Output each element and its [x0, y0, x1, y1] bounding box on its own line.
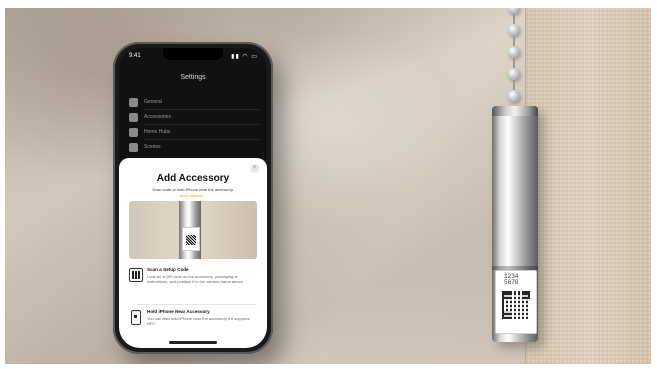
settings-row-scenes[interactable]: Scenes — [129, 141, 259, 155]
chain-link — [513, 80, 515, 90]
settings-row-home-hubs[interactable]: Home Hubs — [129, 126, 259, 140]
chain-bead — [508, 90, 520, 102]
camera-viewfinder — [129, 201, 257, 259]
settings-row-label: Home Hubs — [144, 129, 171, 135]
chain-bead — [508, 46, 520, 58]
cylinder-cap — [492, 106, 538, 116]
settings-row-label: General — [144, 99, 162, 105]
bead-chain — [505, 8, 525, 112]
status-time: 9:41 — [129, 53, 141, 59]
scenes-icon — [129, 143, 138, 152]
sheet-title: Add Accessory — [156, 173, 230, 184]
option-title: Hold iPhone Near Accessory — [147, 309, 210, 314]
setup-code-text: 1234 5678 — [504, 273, 519, 286]
settings-row-label: Accessories — [144, 114, 171, 120]
nfc-phone-icon — [131, 310, 141, 325]
add-accessory-sheet: × Add Accessory Scan code or hold iPhone… — [119, 158, 267, 348]
settings-row-general[interactable]: General — [129, 96, 259, 110]
settings-row-label: Scenes — [144, 144, 161, 150]
chain-bead — [508, 24, 520, 36]
sheet-subtitle: Scan code or hold iPhone near the access… — [152, 187, 234, 192]
general-icon — [129, 98, 138, 107]
settings-title: Settings — [180, 74, 206, 81]
hold-iphone-near-option[interactable]: Hold iPhone Near Accessory You can also … — [129, 308, 257, 344]
row-divider — [144, 109, 259, 110]
close-icon[interactable]: × — [250, 164, 259, 173]
option-title: Scan a Setup Code — [147, 267, 189, 272]
iphone: 9:41 ▮▮ ◠ ▭ Settings General Accessories… — [113, 42, 273, 354]
notch — [163, 48, 223, 60]
status-icons: ▮▮ ◠ ▭ — [231, 54, 258, 60]
chain-bead — [508, 68, 520, 80]
more-options-link[interactable]: More options... — [129, 193, 257, 198]
roller-shade-fabric — [525, 8, 651, 364]
home-indicator — [169, 341, 217, 344]
chain-link — [513, 36, 515, 46]
settings-row-accessories[interactable]: Accessories — [129, 111, 259, 125]
accessories-icon — [129, 113, 138, 122]
option-description: You can also hold iPhone near the access… — [147, 316, 250, 326]
setup-code-label: 1234 5678 — [495, 270, 537, 334]
home-hub-icon — [129, 128, 138, 137]
iphone-screen: 9:41 ▮▮ ◠ ▭ Settings General Accessories… — [119, 48, 267, 348]
option-divider — [137, 304, 257, 305]
chain-link — [513, 14, 515, 24]
option-description: Look for a QR code on the accessory, pac… — [147, 274, 244, 284]
qr-code-icon — [502, 291, 530, 319]
scan-setup-code-option[interactable]: Scan a Setup Code Look for a QR code on … — [129, 266, 257, 302]
qr-code-icon — [129, 268, 143, 282]
row-divider — [144, 124, 259, 125]
row-divider — [144, 139, 259, 140]
viewfinder-qr-code-icon — [182, 227, 200, 251]
product-photo-scene: 1234 5678 9:41 ▮▮ ◠ ▭ Settings General A… — [5, 8, 651, 364]
chain-link — [513, 58, 515, 68]
